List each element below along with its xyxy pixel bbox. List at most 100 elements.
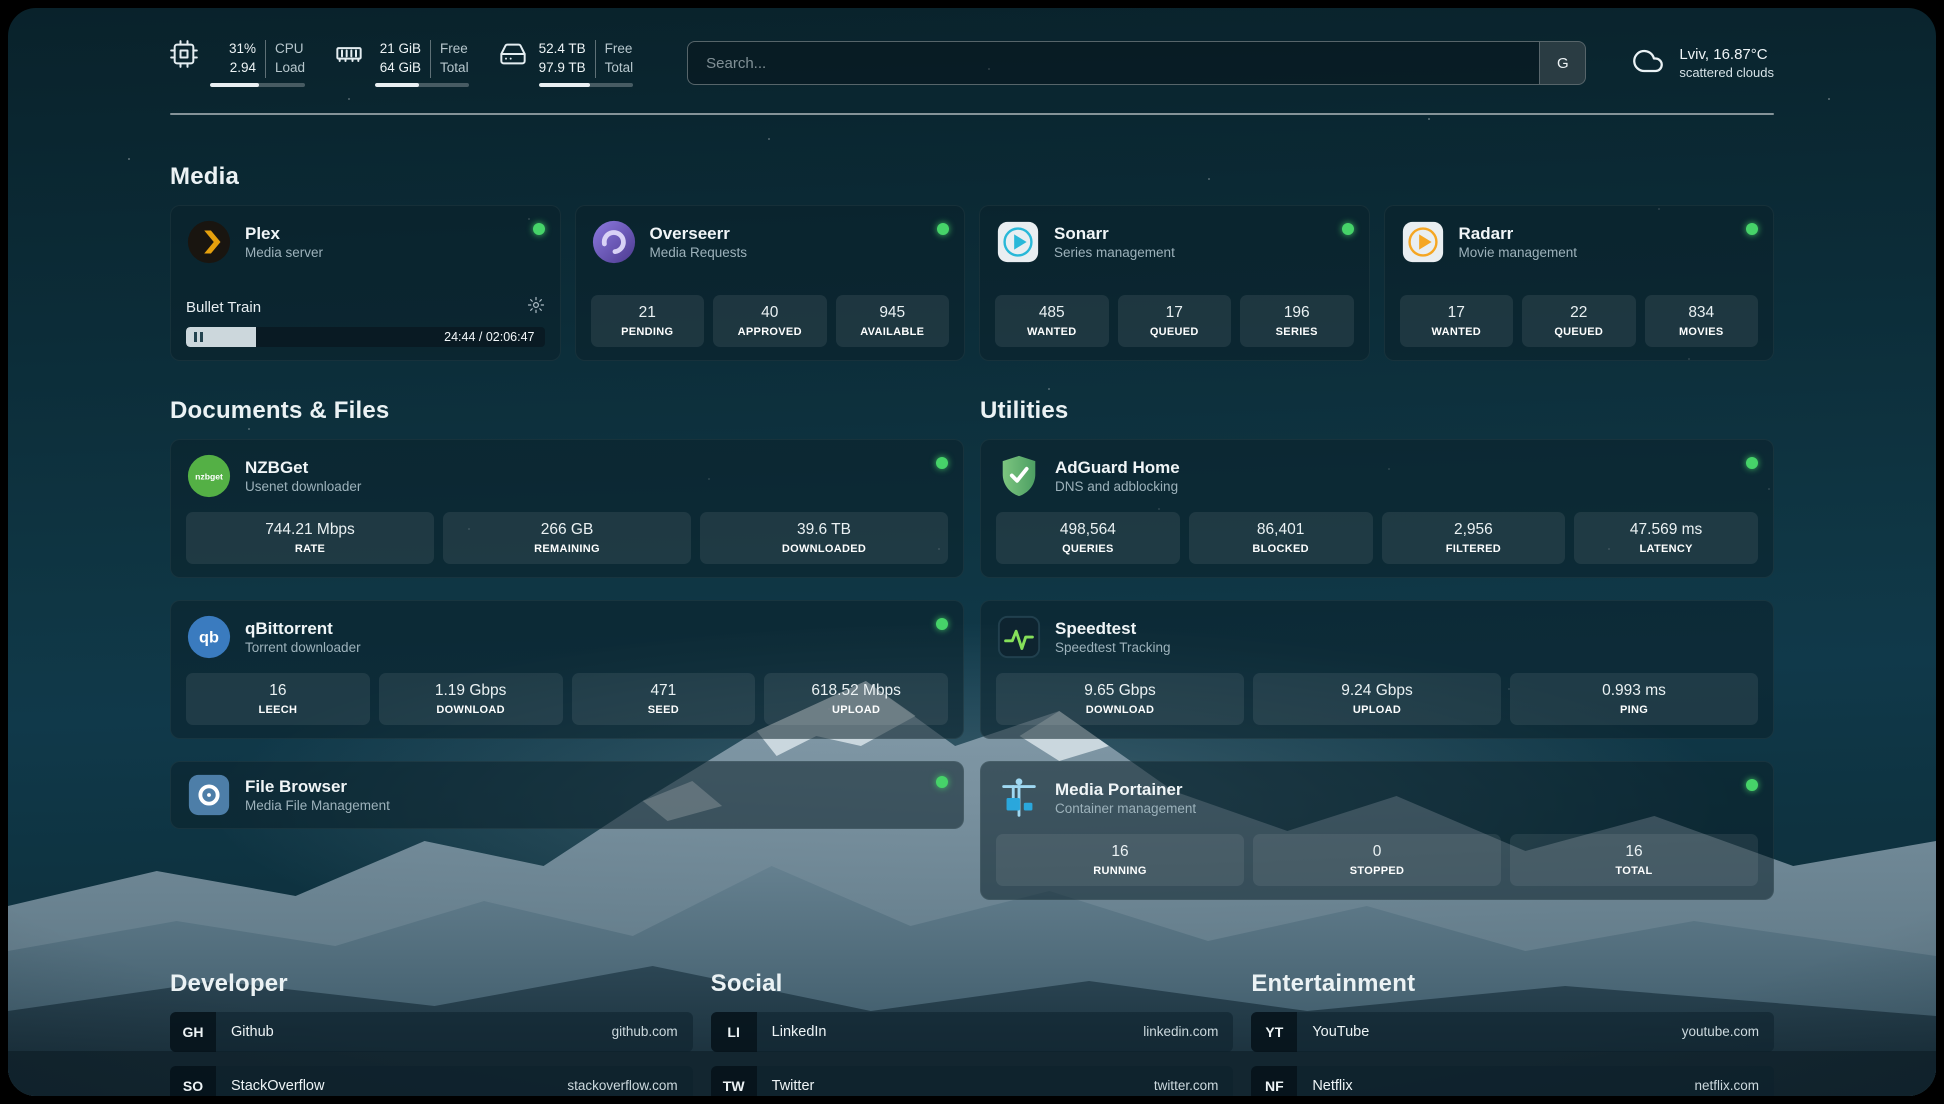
app-card-nzbget[interactable]: nzbget NZBGet Usenet downloader 744.21 M… [170,439,964,578]
weather-widget: Lviv, 16.87°C scattered clouds [1630,46,1774,81]
app-name: Media Portainer [1055,779,1196,800]
stat-stopped: 0STOPPED [1253,834,1501,886]
playback-time: 24:44 / 02:06:47 [444,330,534,344]
stat-queued: 22QUEUED [1522,295,1636,347]
app-card-radarr[interactable]: Radarr Movie management 17WANTED 22QUEUE… [1384,205,1775,361]
plex-now-playing: Bullet Train 24:44 / 02:06:47 [186,286,545,347]
plex-icon [186,219,232,265]
app-card-portainer[interactable]: Media Portainer Container management 16R… [980,761,1774,900]
stat-pending: 21PENDING [591,295,705,347]
app-subtitle: Media File Management [245,798,390,813]
bookmark-github[interactable]: GH Github github.com [170,1012,693,1052]
topbar: 31%CPU 2.94Load 21 GiBFree 64 GiBTotal [170,8,1774,87]
radarr-icon [1400,219,1446,265]
bookmark-twitter[interactable]: TW Twitter twitter.com [711,1066,1234,1096]
svg-text:nzbget: nzbget [195,471,223,481]
status-dot [936,618,948,630]
cpu-icon [170,40,198,73]
stat-blocked: 86,401BLOCKED [1189,512,1373,564]
bookmark-name: StackOverflow [216,1078,324,1094]
bookmark-linkedin[interactable]: LI LinkedIn linkedin.com [711,1012,1234,1052]
search-bar: G [687,41,1586,85]
bookmark-url: stackoverflow.com [567,1078,692,1093]
status-dot [1342,223,1354,235]
disk-icon [499,40,527,73]
bookmark-url: youtube.com [1682,1024,1774,1039]
stat-rate: 744.21 MbpsRATE [186,512,434,564]
app-name: Speedtest [1055,618,1171,639]
section-files: Documents & Files nzbget NZBGet Usenet d… [170,397,964,900]
cpu-bar [210,83,305,87]
stat-total: 16TOTAL [1510,834,1758,886]
bookmark-netflix[interactable]: NF Netflix netflix.com [1251,1066,1774,1096]
bookmark-abbr: TW [711,1066,757,1096]
section-title-utilities: Utilities [980,397,1774,425]
bookmark-youtube[interactable]: YT YouTube youtube.com [1251,1012,1774,1052]
bookmark-abbr: YT [1251,1012,1297,1052]
app-name: NZBGet [245,457,361,478]
app-card-speedtest[interactable]: Speedtest Speedtest Tracking 9.65 GbpsDO… [980,600,1774,739]
stat-wanted: 17WANTED [1400,295,1514,347]
ram-icon [335,40,363,73]
bookmark-group-developer: Developer GH Github github.com SO StackO… [170,970,693,1096]
nzbget-icon: nzbget [186,453,232,499]
topbar-divider [170,113,1774,115]
bookmark-group-title: Developer [170,970,693,998]
gear-icon[interactable] [527,296,545,319]
app-card-filebrowser[interactable]: File Browser Media File Management [170,761,964,829]
app-name: Sonarr [1054,223,1175,244]
bookmark-name: LinkedIn [757,1024,827,1040]
speedtest-icon [996,614,1042,660]
section-title-files: Documents & Files [170,397,964,425]
app-card-adguard[interactable]: AdGuard Home DNS and adblocking 498,564Q… [980,439,1774,578]
app-card-overseerr[interactable]: Overseerr Media Requests 21PENDING 40APP… [575,205,966,361]
app-subtitle: Media Requests [650,245,748,260]
dashboard-window: 31%CPU 2.94Load 21 GiBFree 64 GiBTotal [8,8,1936,1096]
app-subtitle: Speedtest Tracking [1055,640,1171,655]
stat-download: 9.65 GbpsDOWNLOAD [996,673,1244,725]
app-name: Overseerr [650,223,748,244]
app-subtitle: DNS and adblocking [1055,479,1180,494]
status-dot [1746,457,1758,469]
memory-total-row: 64 GiBTotal [375,59,469,78]
app-card-sonarr[interactable]: Sonarr Series management 485WANTED 17QUE… [979,205,1370,361]
portainer-icon [996,775,1042,821]
stat-wanted: 485WANTED [995,295,1109,347]
memory-stat-group: 21 GiBFree 64 GiBTotal [335,40,469,87]
status-dot [1746,779,1758,791]
bookmark-stackoverflow[interactable]: SO StackOverflow stackoverflow.com [170,1066,693,1096]
stat-available: 945AVAILABLE [836,295,950,347]
adguard-icon [996,453,1042,499]
app-name: AdGuard Home [1055,457,1180,478]
stat-filtered: 2,956FILTERED [1382,512,1566,564]
stat-upload: 9.24 GbpsUPLOAD [1253,673,1501,725]
disk-free-row: 52.4 TBFree [539,40,634,59]
stat-movies: 834MOVIES [1645,295,1759,347]
cpu-stat-group: 31%CPU 2.94Load [170,40,305,87]
stat-seed: 471SEED [572,673,756,725]
search-input[interactable] [688,42,1539,84]
bookmark-abbr: LI [711,1012,757,1052]
disk-stat-group: 52.4 TBFree 97.9 TBTotal [499,40,634,87]
app-subtitle: Usenet downloader [245,479,361,494]
cpu-load-row: 2.94Load [210,59,305,78]
bookmark-group-entertainment: Entertainment YT YouTube youtube.com NF … [1251,970,1774,1096]
stat-latency: 47.569 msLATENCY [1574,512,1758,564]
memory-free-row: 21 GiBFree [375,40,469,59]
app-card-plex[interactable]: Plex Media server Bullet Train [170,205,561,361]
cloud-icon [1630,46,1666,81]
section-title-media: Media [170,163,1774,191]
stat-ping: 0.993 msPING [1510,673,1758,725]
stat-running: 16RUNNING [996,834,1244,886]
bookmark-abbr: NF [1251,1066,1297,1096]
app-subtitle: Movie management [1459,245,1578,260]
system-stats: 31%CPU 2.94Load 21 GiBFree 64 GiBTotal [170,40,633,87]
search-provider-button[interactable]: G [1539,42,1585,84]
pause-icon [194,332,203,342]
app-card-qbittorrent[interactable]: qb qBittorrent Torrent downloader 16LEEC… [170,600,964,739]
stat-approved: 40APPROVED [713,295,827,347]
bookmark-name: Netflix [1297,1078,1352,1094]
section-utilities: Utilities AdGuard Home DNS and adblockin… [980,397,1774,900]
status-dot [937,223,949,235]
bookmark-group-title: Social [711,970,1234,998]
